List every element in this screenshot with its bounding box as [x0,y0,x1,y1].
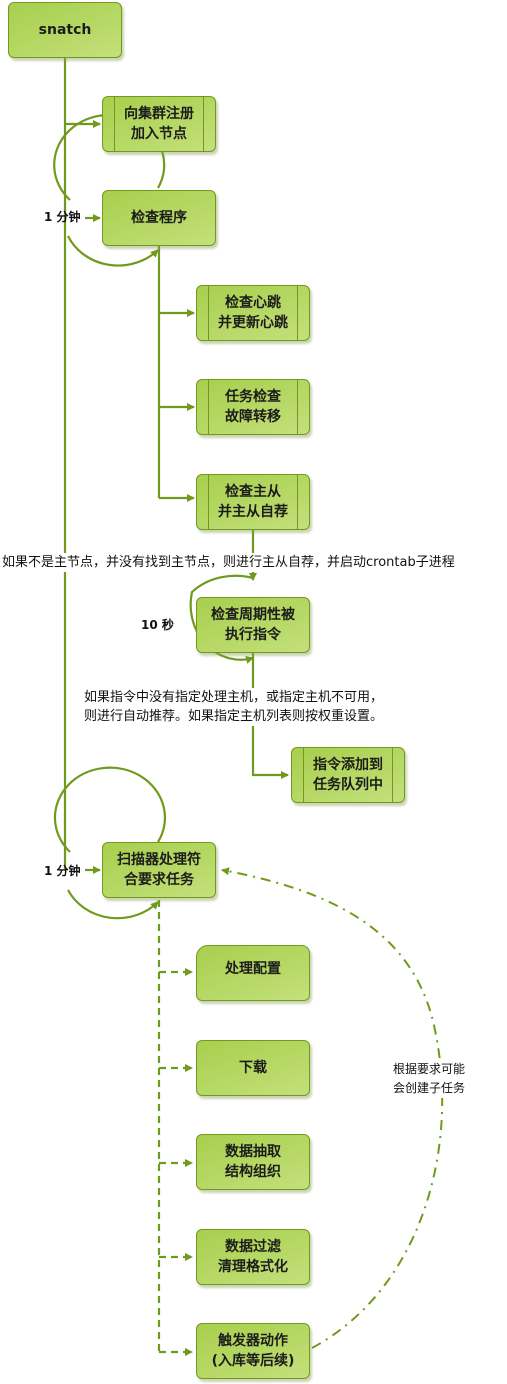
node-label: 下载 [239,1060,267,1076]
node-label: 指令添加到 任务队列中 [313,757,383,793]
master-election-note: 如果不是主节点，并没有找到主节点，则进行主从自荐，并启动crontab子进程 [2,553,455,572]
node-failover[interactable]: 任务检查 故障转移 [196,379,310,435]
node-periodic[interactable]: 检查周期性被 执行指令 [196,597,310,653]
node-label: 扫描器处理符 合要求任务 [117,852,201,888]
node-label: snatch [38,22,92,38]
node-label: 检查程序 [131,210,187,226]
node-heartbeat[interactable]: 检查心跳 并更新心跳 [196,285,310,341]
node-label: 任务检查 故障转移 [225,389,281,425]
node-scanner[interactable]: 扫描器处理符 合要求任务 [102,842,216,898]
node-snatch[interactable]: snatch [8,2,122,58]
node-label: 数据过滤 清理格式化 [218,1239,288,1275]
node-download[interactable]: 下载 [196,1040,310,1096]
node-trigger[interactable]: 触发器动作 (入库等后续) [196,1323,310,1379]
interval-label-scanner: 1 分钟 [44,864,81,878]
node-label: 向集群注册 加入节点 [124,106,194,142]
interval-label-periodic: 10 秒 [141,616,174,635]
node-label: 触发器动作 (入库等后续) [211,1333,295,1369]
node-process-config[interactable]: 处理配置 [196,945,310,1001]
node-filter[interactable]: 数据过滤 清理格式化 [196,1229,310,1285]
interval-label-check: 1 分钟 [44,210,81,224]
subtask-note: 根据要求可能 会创建子任务 [393,1060,466,1098]
node-label: 数据抽取 结构组织 [225,1144,281,1180]
node-extract[interactable]: 数据抽取 结构组织 [196,1134,310,1190]
node-register[interactable]: 向集群注册 加入节点 [102,96,216,152]
node-enqueue[interactable]: 指令添加到 任务队列中 [291,747,405,803]
node-master-slave[interactable]: 检查主从 并主从自荐 [196,474,310,530]
node-label: 检查主从 并主从自荐 [218,484,288,520]
node-label: 处理配置 [225,961,281,977]
host-recommend-note: 如果指令中没有指定处理主机，或指定主机不可用， 则进行自动推荐。如果指定主机列表… [84,688,384,726]
node-label: 检查心跳 并更新心跳 [218,295,288,331]
node-label: 检查周期性被 执行指令 [211,607,295,643]
node-check-program[interactable]: 检查程序 [102,190,216,246]
